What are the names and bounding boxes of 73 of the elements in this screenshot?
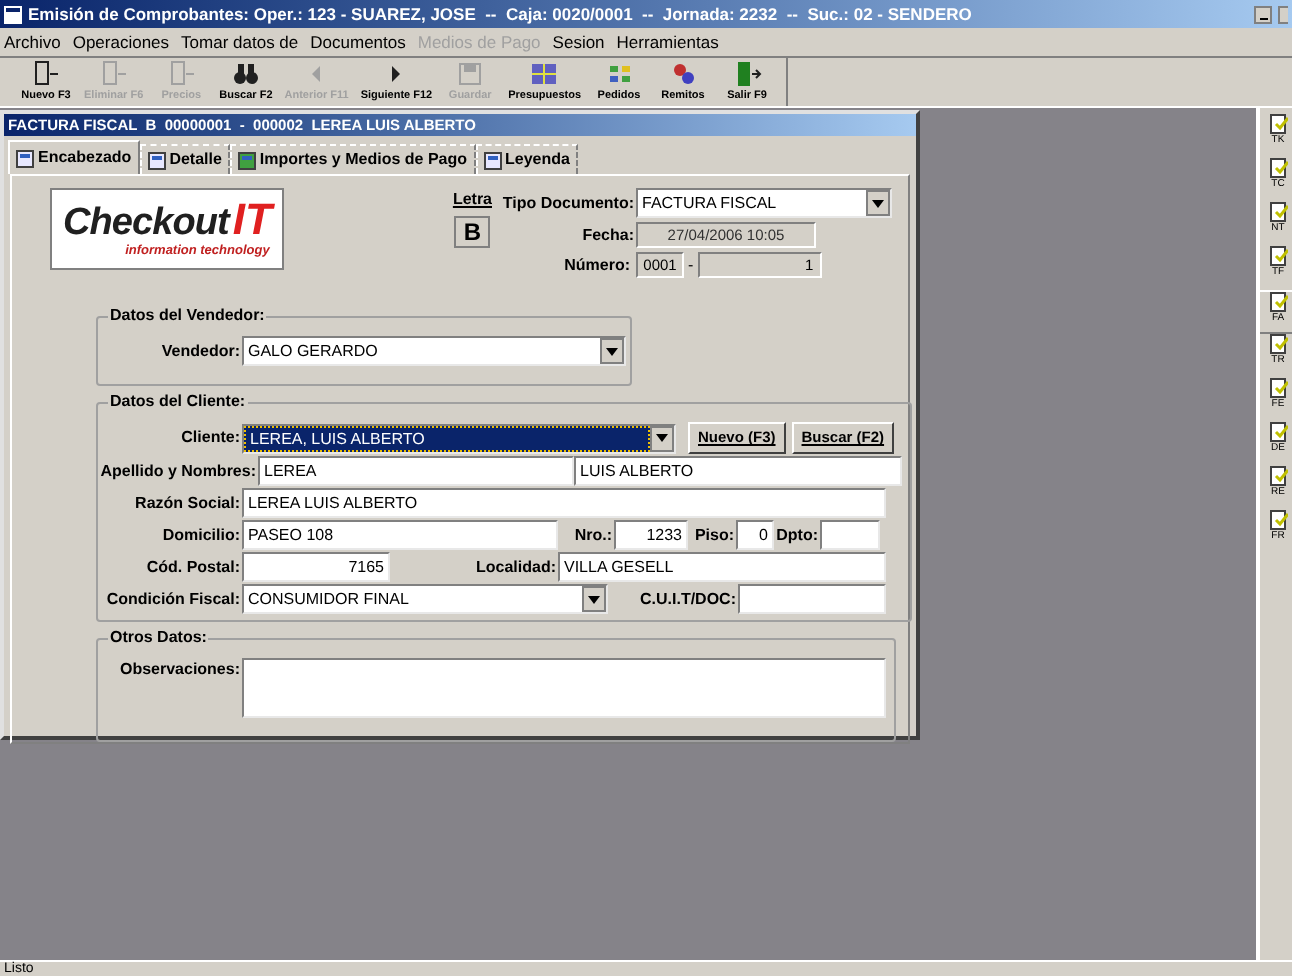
observations-field[interactable]	[242, 658, 886, 718]
document-icon	[1269, 510, 1287, 530]
field-label: Apellido y Nombres:	[98, 459, 258, 483]
seller-dropdown[interactable]: GALO GERARDO	[242, 336, 626, 366]
document-icon	[1269, 158, 1287, 178]
menu-item[interactable]: Archivo	[4, 29, 61, 55]
tab-icon	[237, 151, 256, 169]
field-label: Condición Fiscal:	[104, 587, 242, 611]
document-icon	[1269, 202, 1287, 222]
app-icon	[4, 5, 22, 23]
field-label: Dpto:	[774, 523, 820, 547]
postal-code-field[interactable]: 7165	[242, 552, 390, 582]
letter-field: B	[454, 216, 491, 248]
document-icon	[167, 59, 196, 88]
tax-id-field[interactable]	[738, 584, 886, 614]
field-label: Observaciones:	[117, 658, 242, 682]
last-name-field[interactable]: LEREA	[258, 456, 574, 486]
tab[interactable]: Encabezado	[8, 140, 140, 174]
first-name-field[interactable]: LUIS ALBERTO	[574, 456, 902, 486]
window-title: Emisión de Comprobantes: Oper.: 123 - SUAREZ, JOSE -- Caja: 0020/0001 -- Jornada: 2232 -- Suc.: 02 - SENDERO	[28, 1, 974, 27]
field-label: Localidad:	[473, 555, 558, 579]
tab-icon	[147, 151, 166, 169]
menu-item[interactable]: Operaciones	[72, 29, 170, 55]
tab[interactable]: Importes y Medios de Pago	[229, 144, 475, 174]
door-exit-icon	[733, 59, 761, 88]
logo-accent: IT	[232, 198, 272, 243]
separator-text: -	[688, 253, 694, 277]
document-icon	[1269, 114, 1287, 134]
apartment-field[interactable]	[820, 520, 880, 550]
document-icon	[1269, 334, 1287, 354]
document-icon	[1269, 292, 1287, 312]
client-dropdown[interactable]: LEREA, LUIS ALBERTO	[242, 423, 676, 453]
street-number-field[interactable]: 1233	[614, 520, 688, 550]
group-title: Datos del Cliente:	[108, 392, 248, 412]
field-label: Nro.:	[572, 523, 614, 547]
document-icon	[1269, 422, 1287, 442]
grid-icon	[530, 59, 559, 88]
locality-field[interactable]: VILLA GESELL	[558, 552, 886, 582]
floor-field[interactable]: 0	[736, 520, 774, 550]
address-field[interactable]: PASEO 108	[242, 520, 558, 550]
document-type-dropdown[interactable]: FACTURA FISCAL	[636, 188, 892, 218]
field-label: Cliente:	[179, 426, 242, 450]
field-label: Letra	[452, 188, 492, 212]
field-label: C.U.I.T/DOC:	[638, 587, 738, 611]
group-title: Datos del Vendedor:	[108, 306, 267, 326]
tab[interactable]: Detalle	[139, 144, 230, 174]
minimize-button[interactable]	[1254, 5, 1272, 23]
group-title: Otros Datos:	[108, 628, 209, 648]
field-label: Vendedor:	[159, 339, 242, 363]
field-label: Tipo Documento:	[500, 191, 636, 215]
menu-item[interactable]: Documentos	[310, 29, 406, 55]
field-label: Razón Social:	[133, 491, 242, 515]
document-icon	[32, 59, 60, 88]
tab-icon	[16, 149, 34, 167]
business-name-field[interactable]: LEREA LUIS ALBERTO	[242, 488, 886, 518]
document-icon	[1269, 378, 1287, 398]
binoculars-icon	[231, 59, 260, 88]
tab-icon	[483, 151, 501, 169]
menu-item[interactable]: Sesion	[552, 29, 605, 55]
field-label: Domicilio:	[160, 523, 242, 547]
document-icon	[1269, 246, 1287, 266]
document-icon	[1269, 466, 1287, 486]
maximize-button[interactable]	[1278, 5, 1288, 23]
document-icon	[99, 59, 128, 88]
tax-condition-dropdown[interactable]: CONSUMIDOR FINAL	[242, 584, 608, 614]
tab[interactable]: Leyenda	[475, 144, 578, 174]
field-label: Piso:	[692, 523, 736, 547]
field-label: Fecha:	[580, 223, 636, 247]
field-label: Cód. Postal:	[144, 555, 242, 579]
menu-item[interactable]: Tomar datos de	[181, 29, 299, 55]
field-label: Número:	[562, 253, 632, 277]
logo-brand: Checkout	[63, 202, 229, 245]
menu-item[interactable]: Herramientas	[616, 29, 719, 55]
